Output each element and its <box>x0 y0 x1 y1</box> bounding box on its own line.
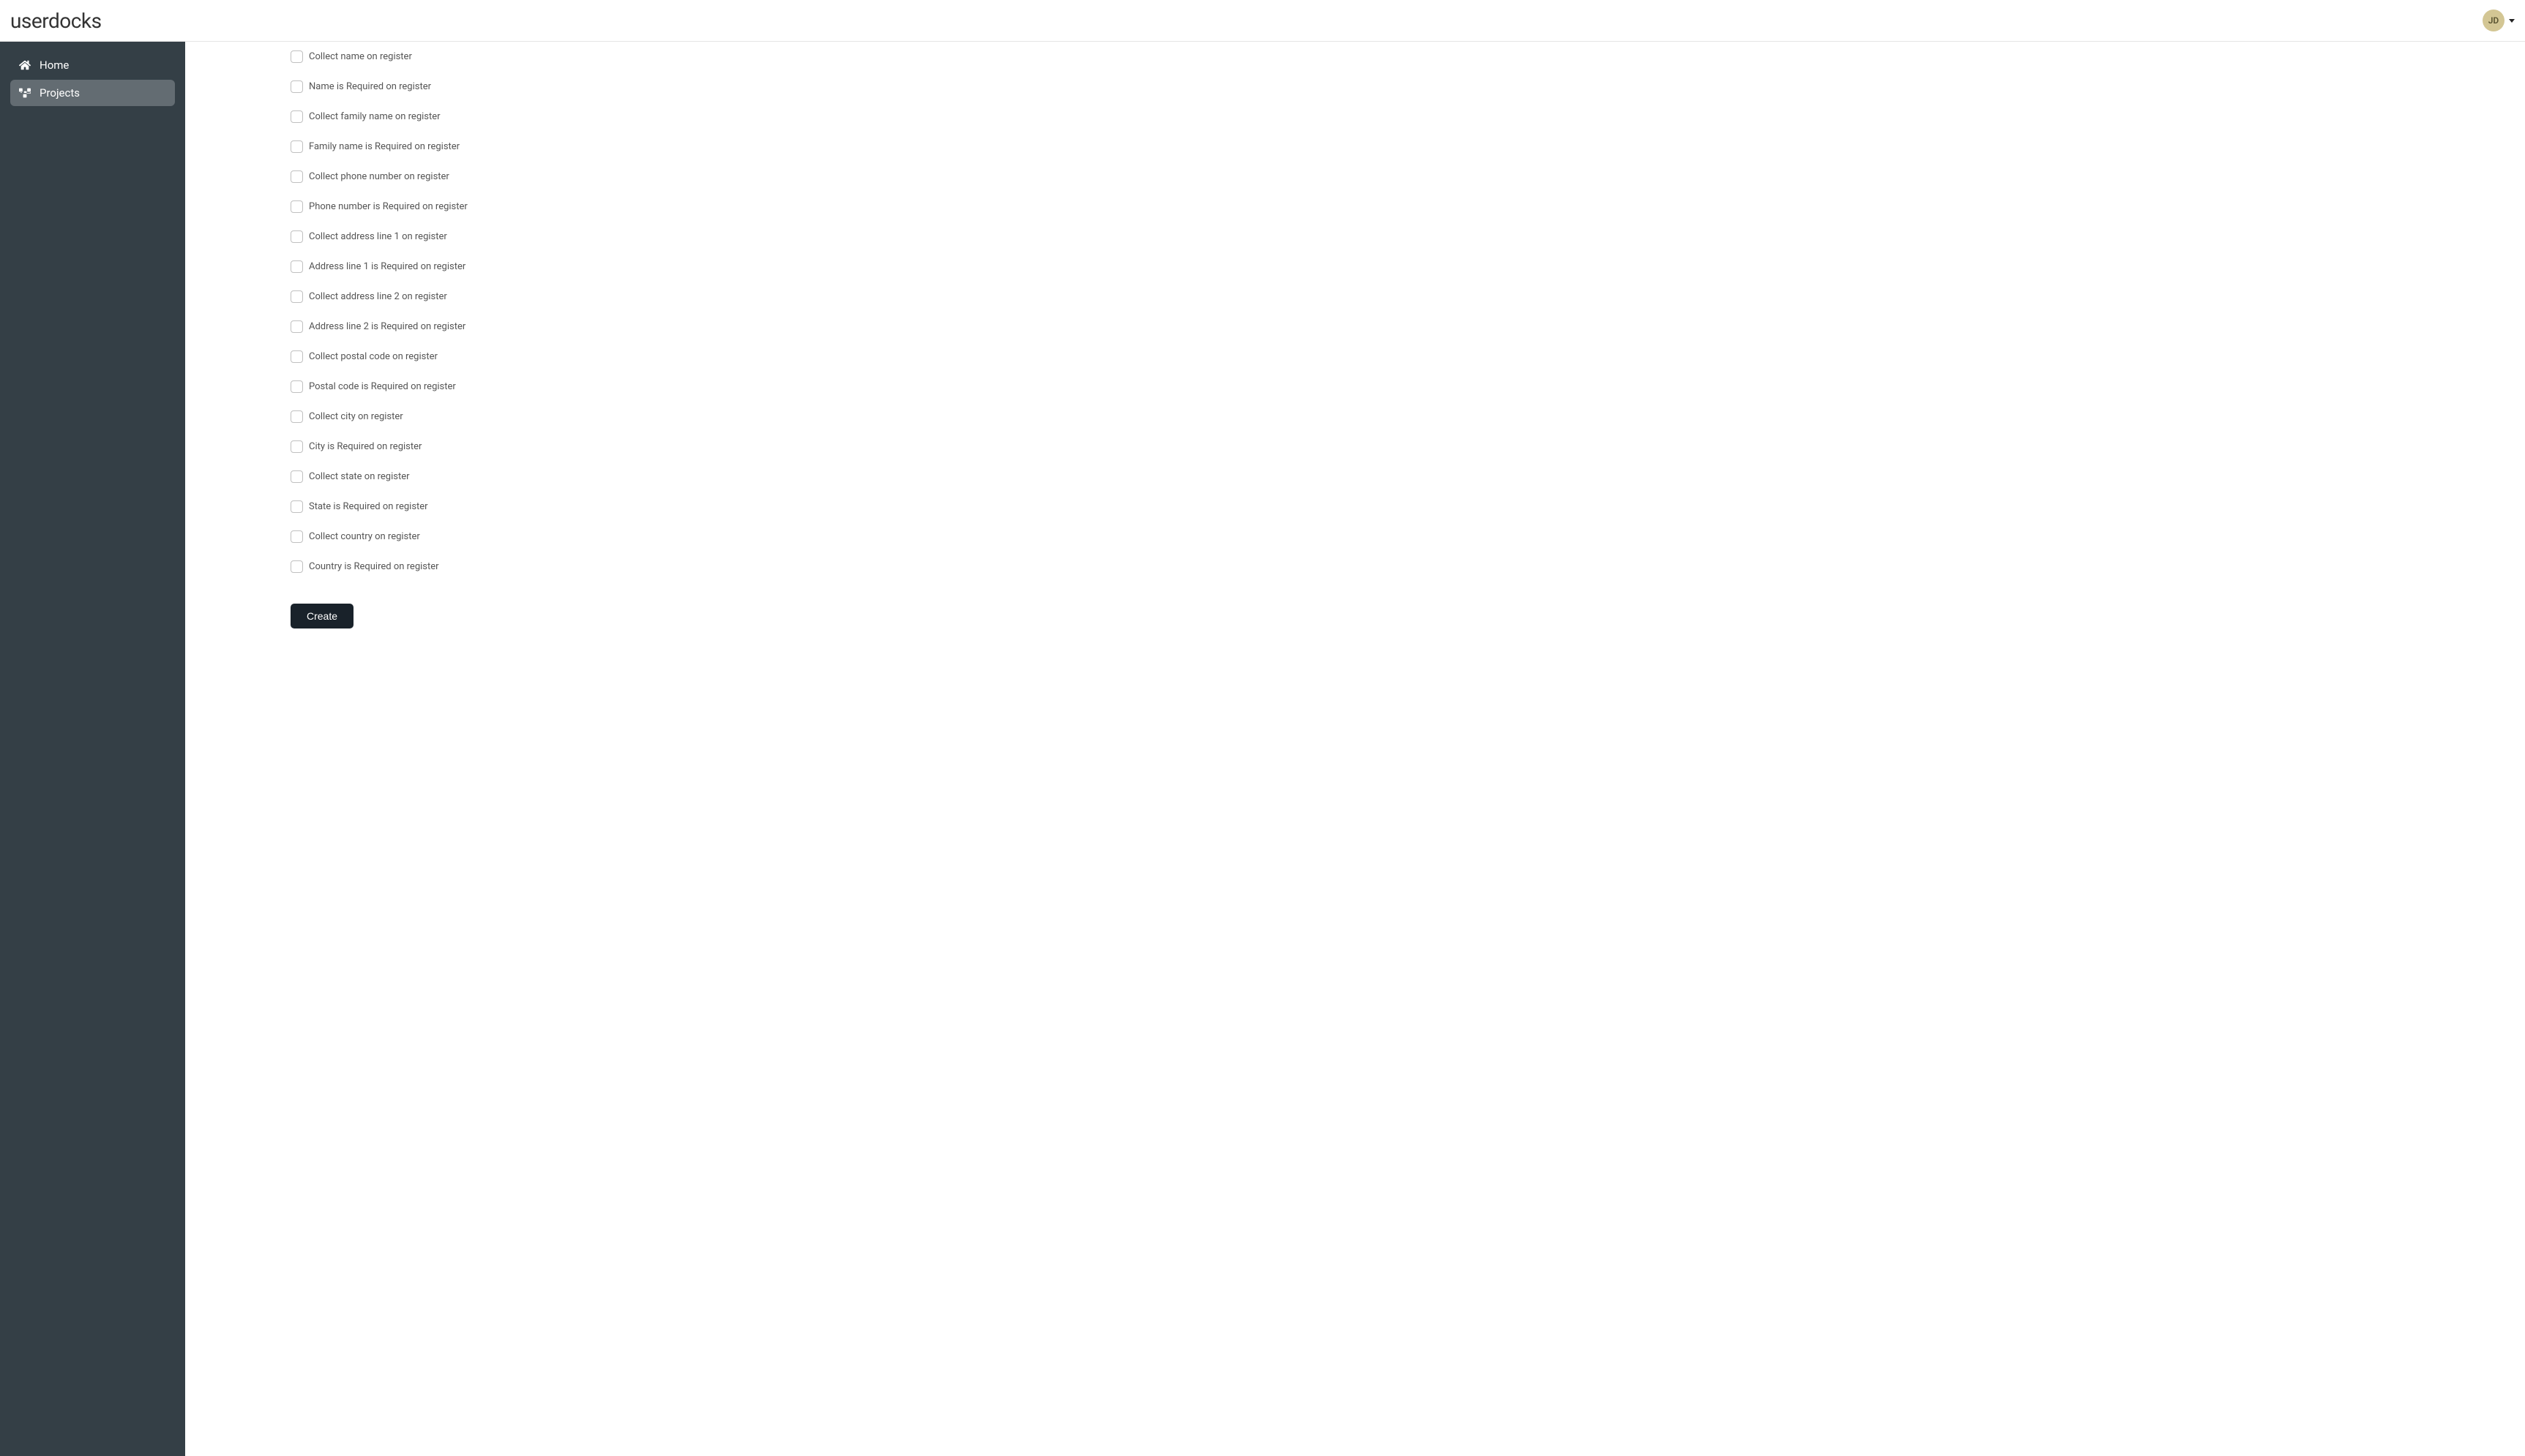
sidebar-item-projects[interactable]: Projects <box>10 80 175 106</box>
checkbox-collect_family_name[interactable] <box>291 110 303 123</box>
checkbox-collect_addr2[interactable] <box>291 290 303 303</box>
field-row-collect_addr1: Collect address line 1 on register <box>291 222 2496 252</box>
checkbox-addr2_required[interactable] <box>291 320 303 333</box>
field-label: Collect address line 2 on register <box>309 291 447 302</box>
field-row-state_required: State is Required on register <box>291 492 2496 522</box>
field-row-addr2_required: Address line 2 is Required on register <box>291 312 2496 342</box>
chevron-down-icon <box>2509 19 2515 23</box>
field-row-city_required: City is Required on register <box>291 432 2496 462</box>
checkbox-collect_phone[interactable] <box>291 170 303 183</box>
sidebar-item-home[interactable]: Home <box>10 52 175 78</box>
checkbox-collect_postal[interactable] <box>291 350 303 363</box>
checkbox-collect_name[interactable] <box>291 50 303 63</box>
field-row-collect_name: Collect name on register <box>291 42 2496 72</box>
create-button[interactable]: Create <box>291 604 354 628</box>
checkbox-collect_state[interactable] <box>291 470 303 483</box>
checkbox-city_required[interactable] <box>291 440 303 453</box>
checkbox-phone_required[interactable] <box>291 200 303 213</box>
field-label: Collect city on register <box>309 411 403 422</box>
brand-logo[interactable]: userdocks <box>10 9 102 33</box>
field-label: Collect country on register <box>309 531 420 542</box>
field-label: Country is Required on register <box>309 561 439 572</box>
sidebar-item-label: Home <box>40 59 69 72</box>
sidebar-item-label: Projects <box>40 86 80 100</box>
field-row-collect_family_name: Collect family name on register <box>291 102 2496 132</box>
field-row-collect_phone: Collect phone number on register <box>291 162 2496 192</box>
checkbox-addr1_required[interactable] <box>291 260 303 273</box>
field-label: Address line 1 is Required on register <box>309 261 465 272</box>
checkbox-collect_city[interactable] <box>291 410 303 423</box>
field-label: Name is Required on register <box>309 81 431 92</box>
field-row-collect_country: Collect country on register <box>291 522 2496 552</box>
field-row-addr1_required: Address line 1 is Required on register <box>291 252 2496 282</box>
user-menu-trigger[interactable]: JD <box>2483 10 2515 31</box>
checkbox-country_required[interactable] <box>291 560 303 573</box>
checkbox-collect_country[interactable] <box>291 530 303 543</box>
field-label: Address line 2 is Required on register <box>309 321 465 332</box>
field-row-postal_required: Postal code is Required on register <box>291 372 2496 402</box>
checkbox-name_required[interactable] <box>291 80 303 93</box>
checkbox-postal_required[interactable] <box>291 380 303 393</box>
field-label: Collect state on register <box>309 471 410 482</box>
checkbox-family_name_required[interactable] <box>291 140 303 153</box>
header: userdocks JD <box>0 0 2525 42</box>
field-row-collect_addr2: Collect address line 2 on register <box>291 282 2496 312</box>
field-row-country_required: Country is Required on register <box>291 552 2496 582</box>
field-label: Phone number is Required on register <box>309 201 468 212</box>
field-label: State is Required on register <box>309 501 428 512</box>
field-row-family_name_required: Family name is Required on register <box>291 132 2496 162</box>
home-icon <box>19 59 31 71</box>
field-row-phone_required: Phone number is Required on register <box>291 192 2496 222</box>
checkbox-collect_addr1[interactable] <box>291 230 303 243</box>
main-content: Collect name on register Name is Required… <box>185 42 2525 1456</box>
field-label: Collect postal code on register <box>309 351 438 362</box>
field-label: Collect address line 1 on register <box>309 231 447 242</box>
register-fields-form: Collect name on register Name is Required… <box>185 42 2525 658</box>
field-label: Collect name on register <box>309 51 412 62</box>
field-row-collect_postal: Collect postal code on register <box>291 342 2496 372</box>
field-row-name_required: Name is Required on register <box>291 72 2496 102</box>
field-label: Collect family name on register <box>309 111 441 122</box>
field-label: City is Required on register <box>309 441 422 452</box>
field-label: Postal code is Required on register <box>309 381 456 392</box>
field-row-collect_city: Collect city on register <box>291 402 2496 432</box>
avatar: JD <box>2483 10 2505 31</box>
field-row-collect_state: Collect state on register <box>291 462 2496 492</box>
checkbox-state_required[interactable] <box>291 500 303 513</box>
field-label: Collect phone number on register <box>309 171 449 182</box>
sidebar: Home Projects <box>0 42 185 1456</box>
field-label: Family name is Required on register <box>309 141 460 152</box>
projects-icon <box>19 87 31 99</box>
